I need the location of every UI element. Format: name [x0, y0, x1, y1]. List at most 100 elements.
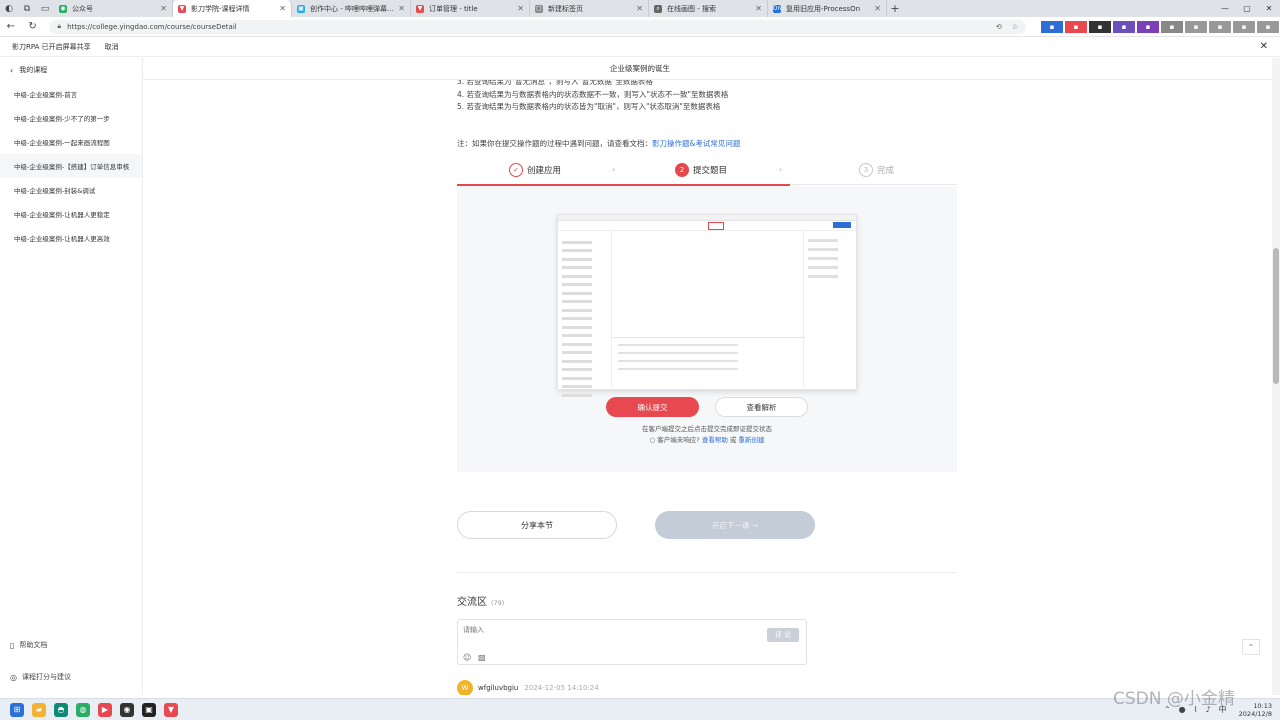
close-tab-icon[interactable]: ✕ — [160, 4, 167, 13]
recreate-link[interactable]: 重新创建 — [738, 436, 764, 444]
new-tab-button[interactable]: + — [887, 2, 903, 15]
confirm-submit-button[interactable]: 确认提交 — [606, 397, 699, 417]
back-to-top-icon[interactable]: ⌃ — [1242, 639, 1260, 655]
translate-icon[interactable]: ⟲ — [996, 23, 1002, 31]
collections-icon[interactable]: ▪ — [1233, 20, 1256, 33]
emoji-icon[interactable]: ☺ — [463, 653, 471, 662]
browser-tab[interactable]: ▢ 新建标签页 ✕ — [530, 0, 649, 17]
tab-favicon-icon: On — [772, 4, 782, 13]
yingdao-icon[interactable]: ▼ — [160, 701, 182, 719]
feedback-link[interactable]: ◎ 课程打分与建议 — [0, 672, 143, 682]
lesson-item[interactable]: 中级-企业级案例-少不了的第一步 — [0, 106, 142, 130]
comment-username[interactable]: wfgiluvbgiu — [478, 684, 518, 692]
image-icon[interactable]: ▧ — [478, 653, 486, 662]
app-icon[interactable]: ▶ — [94, 701, 116, 719]
browser-tab[interactable]: ▣ 创作中心 - 哔哩哔哩弹幕视频网✕ — [292, 0, 411, 17]
rule-line: 3. 若查询结果为"暂无消息"，则写入"暂无数据"至数据表格 — [457, 80, 653, 86]
close-window-icon[interactable]: ✕ — [1258, 4, 1280, 13]
close-notice-icon[interactable]: ✕ — [1260, 41, 1268, 52]
favorite-star-icon[interactable]: ☆ — [1012, 23, 1018, 31]
scrollbar-thumb[interactable] — [1273, 248, 1279, 384]
submit-panel: 确认提交 查看解析 在客户端提交之后点击提交完成即证提交状态 ○ 客户端未响应?… — [457, 186, 957, 472]
client-screenshot — [557, 214, 857, 397]
tab-favicon-icon: ▢ — [535, 4, 543, 13]
extension-icon[interactable]: ▪ — [1041, 20, 1064, 33]
windows-taskbar: ⊞ ▰ ◓ ◍ ▶ ◉ ▣ ▼ ⌃ ● ⌇ ♪ 中 10:13 2024/12/… — [0, 698, 1280, 720]
url-field[interactable]: 🔒︎ https://college.yingdao.com/course/co… — [49, 19, 1027, 34]
close-tab-icon[interactable]: ✕ — [279, 4, 286, 13]
lesson-list: 中级-企业级案例-前言 中级-企业级案例-少不了的第一步 中级-企业级案例-一起来画… — [0, 82, 142, 250]
step-label: 完成 — [877, 166, 895, 176]
step-submit: 2 提交题目 — [675, 163, 727, 177]
split-screen-icon[interactable]: ▪ — [1185, 20, 1208, 33]
close-tab-icon[interactable]: ✕ — [636, 4, 643, 13]
start-icon[interactable]: ⊞ — [6, 701, 28, 719]
lesson-item[interactable]: 中级-企业级案例-一起来画流程图 — [0, 130, 142, 154]
screen-share-notice: 影刀RPA 已开启屏幕共享 取消 ✕ — [0, 37, 1280, 57]
profile-icon[interactable]: ◐ — [0, 0, 18, 17]
lesson-item[interactable]: 中级-企业级案例-让机器人更稳定 — [0, 202, 142, 226]
chevron-right-icon: › — [779, 165, 783, 174]
back-icon[interactable]: ← — [0, 21, 22, 32]
url-text: https://college.yingdao.com/course/cours… — [67, 22, 237, 31]
close-tab-icon[interactable]: ✕ — [874, 4, 881, 13]
lesson-item[interactable]: 中级-企业级案例-封装&调试 — [0, 178, 142, 202]
browser-tab-bar: ◐ ⧉ ▭ ◉公众号✕▼影刀学院-课程详情✕▣创作中心 - 哔哩哔哩弹幕视频网✕… — [0, 0, 1280, 17]
maximize-icon[interactable]: ▢ — [1236, 4, 1258, 13]
lesson-item[interactable]: 中级-企业级案例-前言 — [0, 82, 142, 106]
back-to-courses[interactable]: ‹ 我的课程 — [0, 58, 142, 82]
radio-icon[interactable]: ○ — [650, 436, 656, 444]
comment-editor: 评 论 ☺ ▧ — [457, 619, 807, 665]
comment-item: W wfgiluvbgiu 2024-12-05 14:10:24 — [457, 680, 599, 695]
feedback-label: 课程打分与建议 — [21, 673, 71, 681]
tab-title: 在线画图 - 搜索 — [667, 4, 716, 13]
favorites-icon[interactable]: ▪ — [1209, 20, 1232, 33]
step-label: 创建应用 — [527, 166, 562, 176]
terminal-icon[interactable]: ▣ — [138, 701, 160, 719]
avatar[interactable]: W — [457, 680, 473, 695]
page-scrollbar[interactable] — [1272, 58, 1280, 695]
browser-tab[interactable]: ⌕ 在线画图 - 搜索 ✕ — [649, 0, 768, 17]
address-bar: ← ↻ 🔒︎ https://college.yingdao.com/cours… — [0, 17, 1280, 37]
extensions-menu-icon[interactable]: ▪ — [1161, 20, 1184, 33]
tab-title: 创作中心 - 哔哩哔哩弹幕视频网 — [310, 4, 395, 13]
help-label: 帮助文档 — [19, 641, 48, 649]
lesson-item[interactable]: 中级-企业级案例-【搭建】订单信息审核 — [0, 154, 142, 178]
minimize-icon[interactable]: — — [1214, 4, 1236, 13]
submit-comment-button[interactable]: 评 论 — [767, 628, 799, 642]
extension-icon[interactable]: ▪ — [1065, 20, 1088, 33]
help-link[interactable]: 查看帮助 — [702, 436, 728, 444]
view-analysis-button[interactable]: 查看解析 — [715, 397, 808, 417]
cancel-share-button[interactable]: 取消 — [105, 42, 119, 52]
clock[interactable]: 10:13 2024/12/8 — [1239, 702, 1272, 718]
browser-tab[interactable]: ◉ 公众号 ✕ — [54, 0, 173, 17]
extension-icon[interactable]: ▪ — [1113, 20, 1136, 33]
chrome-icon[interactable]: ◉ — [116, 701, 138, 719]
lesson-item[interactable]: 中级-企业级案例-让机器人更高效 — [0, 226, 142, 250]
step-number: 3 — [859, 163, 873, 177]
extension-icon[interactable]: ▪ — [1089, 20, 1112, 33]
help-docs-link[interactable]: ▯ 帮助文档 — [0, 640, 143, 650]
close-tab-icon[interactable]: ✕ — [755, 4, 762, 13]
extension-icon[interactable]: ▪ — [1137, 20, 1160, 33]
browser-tab[interactable]: On 复用旧应用-ProcessOn ✕ — [768, 0, 887, 17]
step-label: 提交题目 — [693, 166, 728, 176]
comments-count: (79) — [491, 599, 505, 607]
tab-favicon-icon: ▼ — [416, 4, 424, 13]
file-explorer-icon[interactable]: ▰ — [28, 701, 50, 719]
tab-actions-icon[interactable]: ▭ — [36, 0, 54, 17]
browser-tab[interactable]: ▼ 影刀学院-课程详情 ✕ — [173, 0, 292, 17]
edge-icon[interactable]: ◓ — [50, 701, 72, 719]
browser-tab[interactable]: ▼ 订单管理 - title ✕ — [411, 0, 530, 17]
close-tab-icon[interactable]: ✕ — [398, 4, 405, 13]
share-lesson-button[interactable]: 分享本节 — [457, 511, 617, 539]
comment-input[interactable] — [463, 626, 743, 634]
faq-link[interactable]: 影刀操作题&考试常见问题 — [652, 139, 740, 148]
workspaces-icon[interactable]: ⧉ — [18, 0, 36, 17]
close-tab-icon[interactable]: ✕ — [517, 4, 524, 13]
page-title: 企业级案例的诞生 — [610, 63, 670, 73]
next-lesson-button[interactable]: 开启下一课 → — [655, 511, 815, 539]
wechat-icon[interactable]: ◍ — [72, 701, 94, 719]
refresh-icon[interactable]: ↻ — [22, 21, 44, 32]
more-menu-icon[interactable]: ▪ — [1257, 20, 1280, 33]
